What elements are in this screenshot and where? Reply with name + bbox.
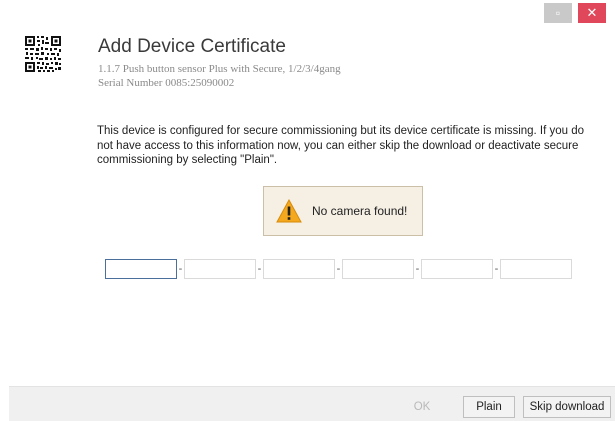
window-controls: ▫ ✕ xyxy=(544,3,606,23)
device-name: 1.1.7 Push button sensor Plus with Secur… xyxy=(98,63,341,75)
camera-warning: No camera found! xyxy=(263,186,423,236)
close-button[interactable]: ✕ xyxy=(578,3,606,23)
minimize-button[interactable]: ▫ xyxy=(544,3,572,23)
qr-code-icon xyxy=(24,35,62,73)
field-separator: - xyxy=(415,263,420,275)
warning-text: No camera found! xyxy=(312,204,408,218)
certificate-field-3[interactable] xyxy=(263,259,335,279)
skip-download-button[interactable]: Skip download xyxy=(523,396,611,418)
serial-number: Serial Number 0085:25090002 xyxy=(98,77,235,89)
window-left-edge xyxy=(0,0,9,420)
certificate-input-row: - - - - - xyxy=(105,259,572,279)
field-separator: - xyxy=(178,263,183,275)
info-message: This device is configured for secure com… xyxy=(97,125,585,166)
certificate-field-6[interactable] xyxy=(500,259,572,279)
certificate-field-4[interactable] xyxy=(342,259,414,279)
field-separator: - xyxy=(257,263,262,275)
certificate-field-2[interactable] xyxy=(184,259,256,279)
ok-button[interactable]: OK xyxy=(405,396,439,418)
warning-triangle-icon xyxy=(276,199,302,223)
certificate-field-5[interactable] xyxy=(421,259,493,279)
certificate-field-1[interactable] xyxy=(105,259,177,279)
dialog-title: Add Device Certificate xyxy=(98,36,286,57)
field-separator: - xyxy=(494,263,499,275)
field-separator: - xyxy=(336,263,341,275)
device-info: 1.1.7 Push button sensor Plus with Secur… xyxy=(98,62,341,90)
plain-button[interactable]: Plain xyxy=(463,396,515,418)
dialog-footer: OK Plain Skip download xyxy=(9,386,615,421)
